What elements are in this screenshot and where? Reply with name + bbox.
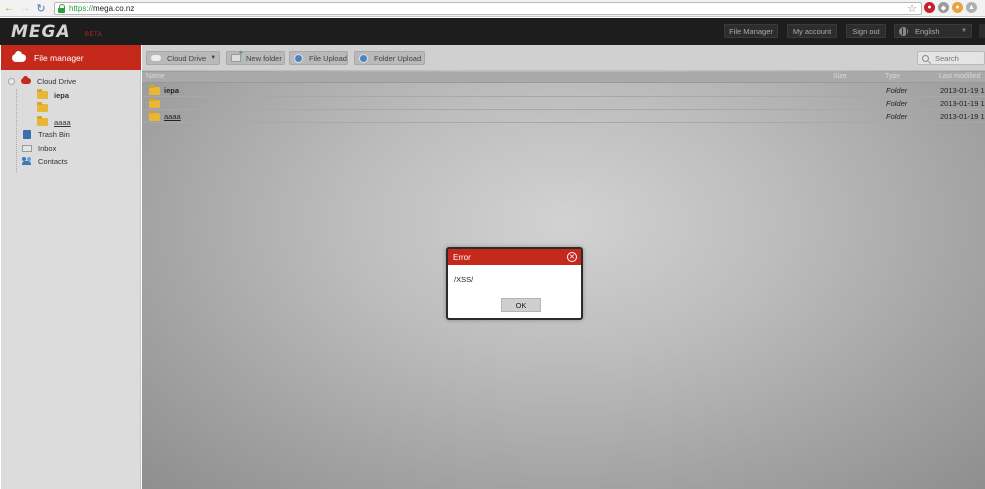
expand-toggle-icon[interactable] <box>8 77 15 85</box>
cloud-drive-label: Cloud Drive <box>167 53 207 63</box>
sidebar-item-iepa[interactable]: iepa <box>37 89 69 101</box>
file-manager-title: File manager <box>34 52 84 63</box>
url-host: mega.co.nz <box>93 4 135 13</box>
dialog-message: /XSS/ <box>454 275 474 284</box>
search-icon <box>922 54 929 62</box>
column-name[interactable]: Name <box>146 73 165 80</box>
sidebar-item-contacts[interactable]: Contacts <box>21 155 68 167</box>
sidebar-item-label: aaaa <box>54 117 71 127</box>
address-bar[interactable]: https:// mega.co.nz ☆ <box>54 2 922 15</box>
file-upload-label: File Upload <box>309 53 347 63</box>
cloud-icon <box>151 55 161 61</box>
chevron-down-icon: ▼ <box>961 28 967 34</box>
upload-icon <box>359 53 368 63</box>
file-type: Folder <box>886 112 908 121</box>
search-input[interactable] <box>935 53 983 63</box>
new-folder-label: New folder <box>246 53 282 63</box>
chevron-down-icon: ▼ <box>210 55 217 61</box>
reload-icon[interactable]: ↻ <box>34 1 48 15</box>
forward-arrow-icon[interactable]: → <box>18 1 32 15</box>
sidebar-item-label: iepa <box>54 90 70 100</box>
column-header: Name Size Type Last modified <box>142 72 985 83</box>
file-manager-button[interactable]: File Manager <box>724 24 778 38</box>
folder-icon <box>149 85 160 95</box>
url-scheme: https:// <box>69 4 94 13</box>
globe-icon <box>899 26 908 36</box>
ok-button[interactable]: OK <box>501 298 541 312</box>
folder-icon <box>37 116 48 126</box>
table-row[interactable]: Folder 2013-01-19 19: <box>142 97 985 110</box>
file-name: iepa <box>164 86 180 95</box>
file-manager-header[interactable]: File manager <box>1 45 141 70</box>
extension-2-icon[interactable]: ◆ <box>938 2 949 13</box>
sidebar-item-label: Trash Bin <box>38 129 70 139</box>
my-account-button[interactable]: My account <box>787 24 837 38</box>
file-name: aaaa <box>164 112 181 121</box>
sidebar-item-label: Cloud Drive <box>37 76 77 86</box>
extension-3-icon[interactable]: ● <box>952 2 963 13</box>
dialog-title: Error <box>453 252 471 262</box>
dialog-title-bar: Error ✕ <box>448 249 581 265</box>
file-date: 2013-01-19 19: <box>940 86 985 95</box>
sidebar-item-unnamed-folder[interactable] <box>37 102 54 114</box>
file-toolbar: Cloud Drive ▼ New folder File Upload Fol… <box>142 45 985 71</box>
new-folder-icon <box>231 50 243 62</box>
trash-icon <box>23 129 31 139</box>
inbox-icon <box>22 144 32 152</box>
tree-connector <box>16 89 17 173</box>
cloud-icon <box>12 50 26 62</box>
contacts-icon <box>22 157 32 165</box>
close-icon[interactable]: ✕ <box>567 252 577 262</box>
sign-out-button[interactable]: Sign out <box>846 24 886 38</box>
table-row[interactable]: aaaa Folder 2013-01-19 19: <box>142 110 985 123</box>
file-upload-button[interactable]: File Upload <box>289 51 348 65</box>
file-date: 2013-01-19 19: <box>940 112 985 121</box>
folder-icon <box>37 89 48 99</box>
table-row[interactable]: iepa Folder 2013-01-19 19: <box>142 84 985 97</box>
column-size[interactable]: Size <box>833 73 847 80</box>
folder-icon <box>149 111 160 121</box>
folder-icon <box>37 102 48 112</box>
column-last-modified[interactable]: Last modified <box>939 73 981 80</box>
extension-icons: ● ◆ ● ▲ <box>924 2 977 13</box>
sidebar-item-label: Contacts <box>38 156 68 166</box>
bookmark-star-icon[interactable]: ☆ <box>907 2 917 15</box>
search-box[interactable] <box>917 51 985 65</box>
file-date: 2013-01-19 19: <box>940 99 985 108</box>
sidebar-item-aaaa[interactable]: aaaa <box>37 116 71 128</box>
cloud-drive-dropdown[interactable]: Cloud Drive ▼ <box>146 51 220 65</box>
language-label: English <box>915 26 940 36</box>
file-type: Folder <box>886 99 908 108</box>
sidebar-item-label: Inbox <box>38 143 57 153</box>
folder-upload-button[interactable]: Folder Upload <box>354 51 425 65</box>
language-select[interactable]: English ▼ <box>894 24 972 38</box>
header-edge <box>979 24 985 38</box>
extension-4-icon[interactable]: ▲ <box>966 2 977 13</box>
upload-icon <box>294 53 303 63</box>
file-type: Folder <box>886 86 908 95</box>
cloud-icon <box>21 76 31 84</box>
sidebar-item-inbox[interactable]: Inbox <box>21 142 56 154</box>
error-dialog: Error ✕ /XSS/ OK <box>446 247 583 320</box>
mega-header: MEGA BETA File Manager My account Sign o… <box>0 18 985 45</box>
sidebar-item-cloud-drive[interactable]: Cloud Drive <box>8 75 76 87</box>
column-type[interactable]: Type <box>885 73 900 80</box>
sidebar-item-trash-bin[interactable]: Trash Bin <box>21 128 70 140</box>
mega-logo[interactable]: MEGA <box>11 22 71 42</box>
folder-upload-label: Folder Upload <box>374 53 422 63</box>
folder-icon <box>149 98 160 108</box>
sidebar: File manager Cloud Drive iepa aaaa Trash… <box>1 45 141 489</box>
new-folder-button[interactable]: New folder <box>226 50 285 65</box>
lock-icon <box>58 4 66 13</box>
beta-label: BETA <box>85 32 103 38</box>
back-arrow-icon[interactable]: ← <box>2 1 16 15</box>
extension-1-icon[interactable]: ● <box>924 2 935 13</box>
browser-toolbar: ← → ↻ https:// mega.co.nz ☆ ● ◆ ● ▲ <box>0 0 985 17</box>
